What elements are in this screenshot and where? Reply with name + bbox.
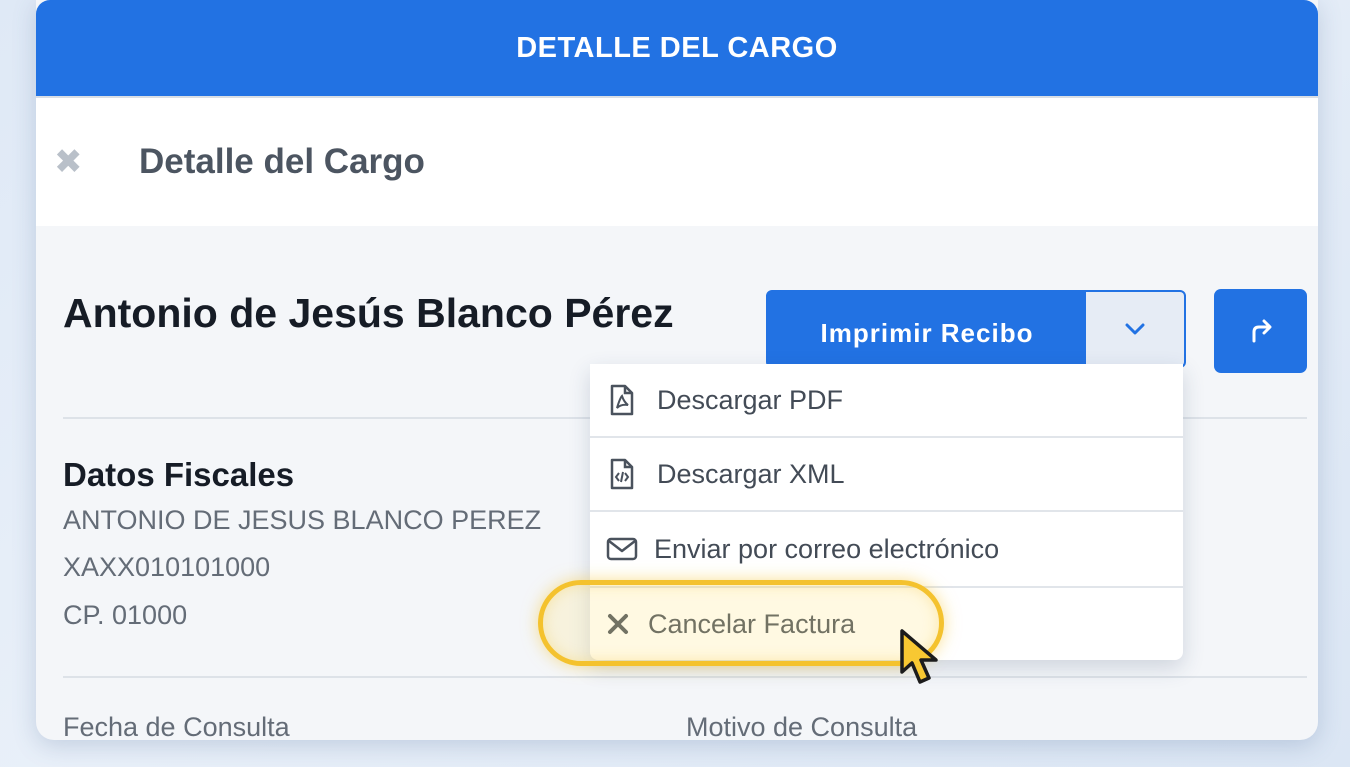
print-options-menu: Descargar PDF Descargar XML Enviar por c… — [590, 364, 1183, 660]
share-button[interactable] — [1214, 289, 1307, 373]
menu-item-label: Cancelar Factura — [648, 608, 856, 639]
header-banner: DETALLE DEL CARGO — [36, 0, 1318, 96]
menu-item-cancel-invoice[interactable]: Cancelar Factura — [590, 588, 1183, 660]
patient-name: Antonio de Jesús Blanco Pérez — [63, 290, 674, 336]
envelope-icon — [606, 536, 638, 562]
dropdown-toggle-button[interactable] — [1086, 292, 1184, 366]
consult-date-label: Fecha de Consulta — [63, 712, 290, 740]
fiscal-rfc: XAXX010101000 — [63, 552, 271, 582]
fiscal-name: ANTONIO DE JESUS BLANCO PEREZ — [63, 505, 542, 535]
section-divider — [63, 676, 1307, 678]
banner-title: DETALLE DEL CARGO — [516, 31, 838, 64]
print-receipt-button[interactable]: Imprimir Recibo — [768, 292, 1086, 366]
mouse-pointer-icon — [900, 629, 938, 684]
fiscal-data-title: Datos Fiscales — [63, 456, 295, 493]
modal-subheader: ✖ Detalle del Cargo — [36, 96, 1318, 226]
fiscal-postal-code: CP. 01000 — [63, 600, 188, 630]
menu-item-label: Descargar XML — [657, 458, 845, 489]
menu-item-label: Descargar PDF — [657, 384, 844, 415]
menu-item-send-email[interactable]: Enviar por correo electrónico — [590, 512, 1183, 588]
menu-item-download-pdf[interactable]: Descargar PDF — [590, 364, 1183, 438]
consult-reason-label: Motivo de Consulta — [686, 712, 918, 740]
pdf-file-icon — [606, 384, 638, 416]
share-icon — [1252, 319, 1271, 343]
close-icon — [602, 613, 634, 635]
menu-item-download-xml[interactable]: Descargar XML — [590, 438, 1183, 512]
close-icon[interactable]: ✖ — [54, 145, 94, 179]
chevron-down-icon — [1125, 323, 1145, 335]
print-receipt-split-button: Imprimir Recibo — [766, 290, 1186, 368]
modal-title: Detalle del Cargo — [139, 142, 425, 181]
xml-file-icon — [606, 458, 638, 490]
menu-item-label: Enviar por correo electrónico — [654, 533, 1000, 564]
